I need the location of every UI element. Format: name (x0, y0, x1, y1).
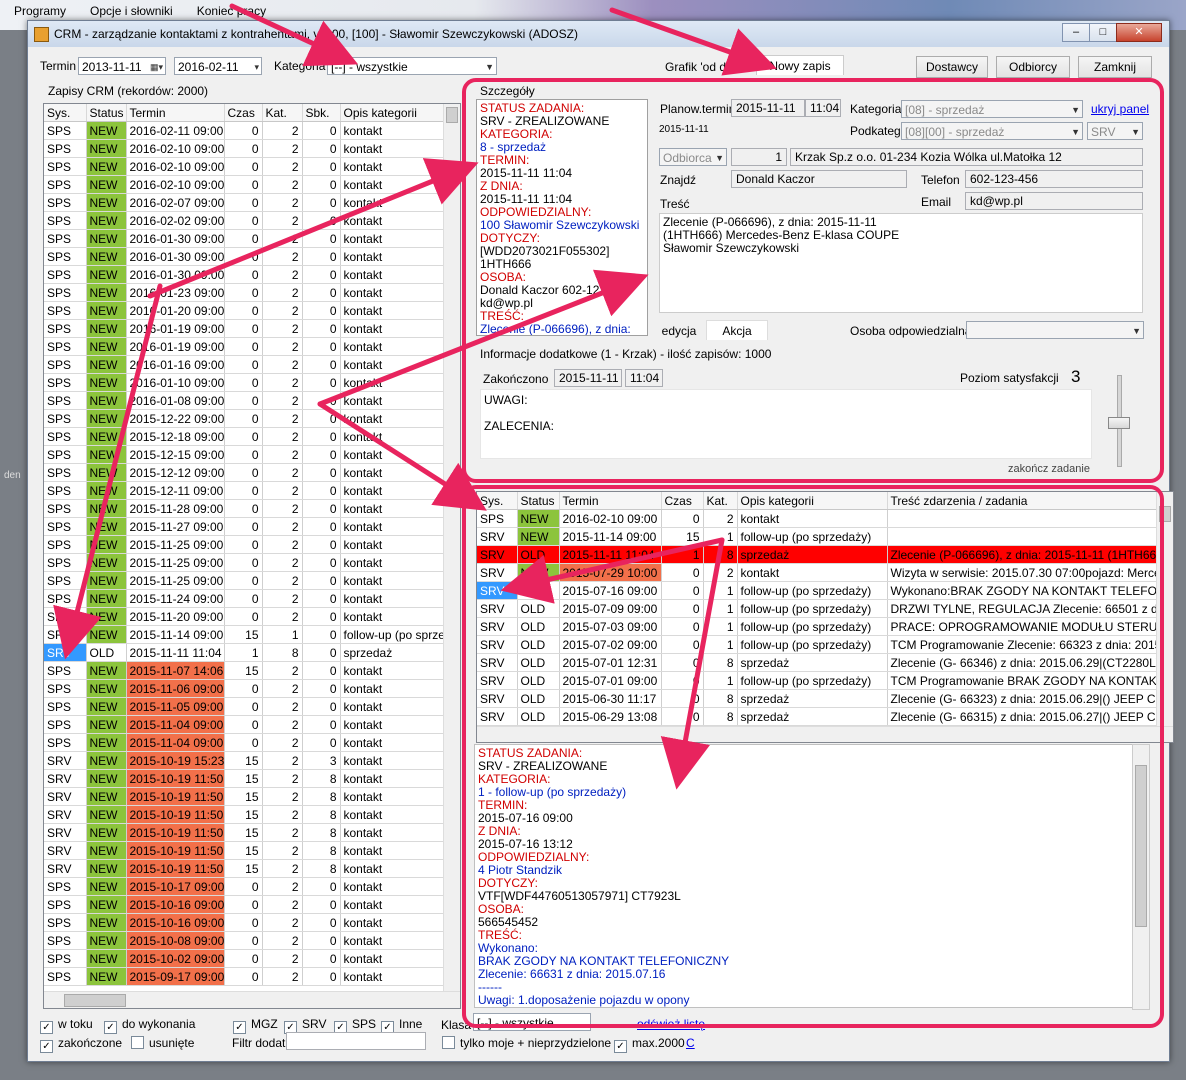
arrow-to-history-row (500, 537, 725, 604)
arrow-to-history-detail (660, 537, 725, 790)
arrow-to-tresc (317, 269, 649, 407)
arrow-to-summary (147, 158, 479, 299)
annotation-arrows (53, 3, 777, 790)
arrow-to-history (317, 401, 487, 511)
arrow-to-nowy-zapis (609, 7, 777, 76)
arrow-to-kategoria (229, 3, 359, 67)
arrow-to-selected-row (53, 283, 163, 660)
